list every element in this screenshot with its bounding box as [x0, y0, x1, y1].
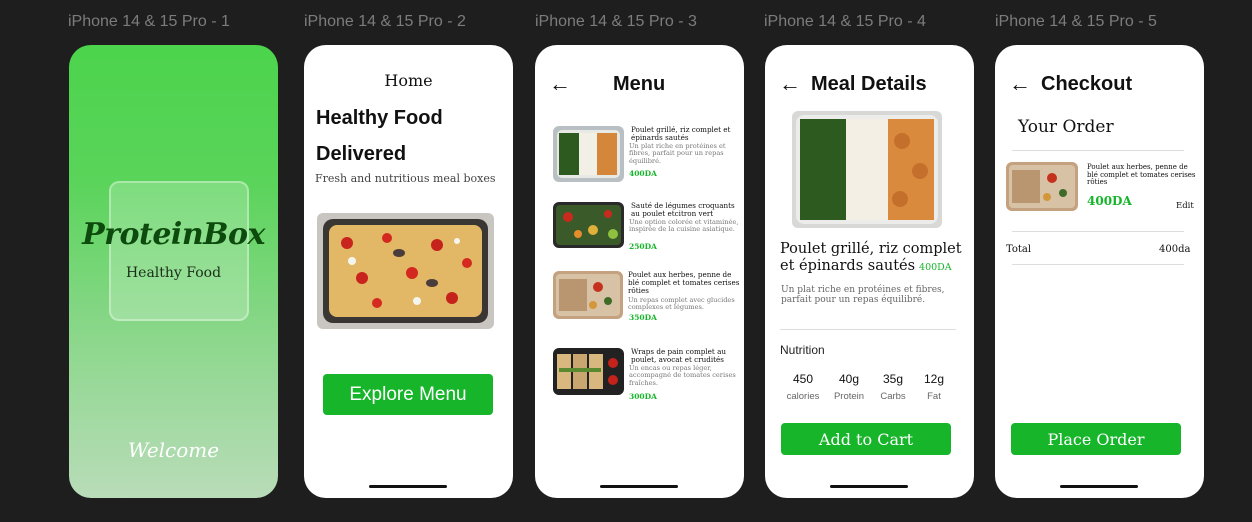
page-title: Home — [384, 71, 433, 90]
meal-name: Poulet grillé, riz complet et épinards s… — [631, 125, 731, 142]
home-indicator — [1060, 485, 1138, 488]
pasta-box-image — [317, 213, 494, 329]
checkout-screen: ← Checkout Your Order Poulet aux herbes,… — [995, 45, 1204, 498]
arrow-left-icon[interactable]: ← — [549, 73, 571, 95]
brand-logo: ProteinBox — [82, 217, 265, 252]
nutrition-label: Fat — [927, 391, 941, 402]
meal-price: 400DA — [629, 169, 657, 178]
frame-label-1: iPhone 14 & 15 Pro - 1 — [68, 13, 230, 30]
meal-image — [792, 111, 942, 228]
meal-details-screen: ← Meal Details Poulet grillé, riz comple… — [765, 45, 974, 498]
home-subtitle: Fresh and nutritious meal boxes — [315, 172, 496, 185]
divider — [1012, 150, 1184, 151]
meal-price: 300DA — [629, 392, 657, 401]
menu-header: ← Menu — [549, 73, 730, 97]
meal-price: 350DA — [629, 313, 657, 322]
meal-name: Sauté de légumes croquants au poulet etc… — [631, 201, 735, 218]
explore-menu-button[interactable]: Explore Menu — [323, 374, 493, 415]
page-title: Meal Details — [811, 73, 927, 95]
arrow-left-icon[interactable]: ← — [1009, 73, 1031, 95]
page-title: Menu — [613, 73, 666, 95]
page-title: Checkout — [1041, 73, 1133, 95]
place-order-button[interactable]: Place Order — [1011, 423, 1181, 455]
nutrition-title: Nutrition — [780, 343, 825, 357]
menu-screen: ← Menu Poulet grillé, riz complet et épi… — [535, 45, 744, 498]
menu-item[interactable]: Sauté de légumes croquants au poulet etc… — [553, 202, 743, 260]
order-item-price: 400DA — [1087, 194, 1132, 208]
meal-thumbnail — [553, 126, 624, 182]
add-to-cart-button[interactable]: Add to Cart — [781, 423, 951, 455]
meal-description: Une option colorée et vitaminée, inspiré… — [629, 218, 739, 234]
meal-name: Wraps de pain complet au poulet, avocat … — [631, 347, 727, 364]
home-indicator — [369, 485, 447, 488]
frame-label-2: iPhone 14 & 15 Pro - 2 — [304, 13, 466, 30]
nutrition-protein: 40g Protein — [825, 372, 873, 402]
meal-description: Un encas ou repas léger, accompagné de t… — [629, 364, 736, 387]
headline-line-1: Healthy Food — [316, 107, 443, 129]
nutrition-label: calories — [786, 391, 820, 402]
frame-label-3: iPhone 14 & 15 Pro - 3 — [535, 13, 697, 30]
your-order-heading: Your Order — [1018, 117, 1114, 137]
meal-description: Un plat riche en protéines et fibres, pa… — [629, 142, 726, 165]
headline-line-2: Delivered — [316, 143, 407, 165]
nutrition-label: Protein — [833, 391, 865, 402]
total-value: 400da — [1159, 244, 1191, 255]
details-header: ← Meal Details — [779, 73, 960, 97]
divider — [1012, 231, 1184, 232]
arrow-left-icon[interactable]: ← — [779, 73, 801, 95]
divider — [1012, 264, 1184, 265]
meal-thumbnail — [553, 271, 623, 319]
frame-label-5: iPhone 14 & 15 Pro - 5 — [995, 13, 1157, 30]
home-screen: Home Healthy Food Delivered Fresh and nu… — [304, 45, 513, 498]
meal-thumbnail — [553, 202, 624, 248]
home-indicator — [830, 485, 908, 488]
nutrition-calories: 450 calories — [779, 372, 827, 402]
meal-description: Un repas complet avec glucides complexes… — [628, 296, 735, 312]
total-label: Total — [1006, 244, 1032, 255]
menu-item[interactable]: Poulet grillé, riz complet et épinards s… — [553, 126, 743, 184]
meal-description: Un plat riche en protéines et fibres, pa… — [781, 285, 945, 305]
welcome-text: Welcome — [127, 438, 220, 462]
divider — [780, 329, 956, 330]
edit-order-link[interactable]: Edit — [1176, 201, 1194, 211]
nutrition-value: 40g — [838, 372, 860, 386]
meal-price: 400DA — [919, 262, 952, 273]
nutrition-value: 12g — [923, 372, 945, 386]
meal-thumbnail — [553, 348, 624, 395]
menu-item[interactable]: Poulet aux herbes, penne de blé complet … — [553, 271, 743, 329]
meal-name: Poulet aux herbes, penne de blé complet … — [628, 270, 740, 295]
meal-price: 250DA — [629, 242, 657, 251]
nutrition-fat: 12g Fat — [910, 372, 958, 402]
order-item-name: Poulet aux herbes, penne de blé complet … — [1087, 163, 1196, 187]
home-indicator — [600, 485, 678, 488]
brand-tagline: Healthy Food — [125, 265, 222, 281]
menu-item[interactable]: Wraps de pain complet au poulet, avocat … — [553, 348, 743, 406]
frame-label-4: iPhone 14 & 15 Pro - 4 — [764, 13, 926, 30]
checkout-header: ← Checkout — [1009, 73, 1190, 97]
splash-screen: ProteinBox Healthy Food Welcome — [69, 45, 278, 498]
order-item-thumbnail — [1006, 162, 1078, 211]
nutrition-value: 450 — [792, 372, 814, 386]
meal-title: Poulet grillé, riz complet et épinards s… — [780, 241, 965, 276]
